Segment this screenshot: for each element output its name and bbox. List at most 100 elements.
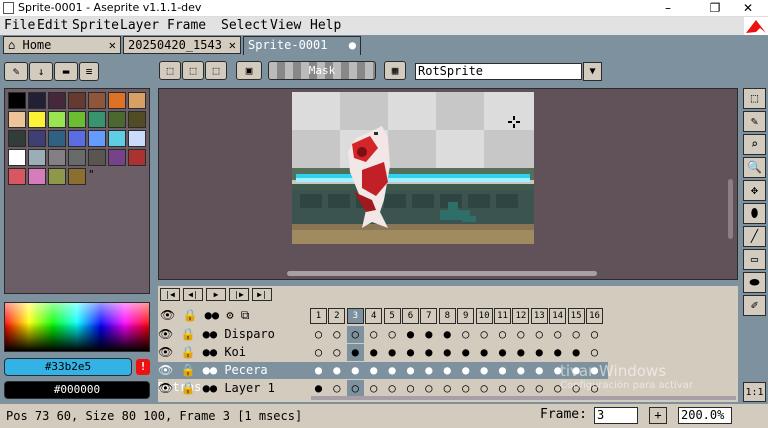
- palette-edit-icon[interactable]: ✎: [4, 62, 28, 81]
- palette-swatch[interactable]: [8, 92, 26, 109]
- cel[interactable]: ○: [365, 380, 382, 397]
- menu-edit[interactable]: Edit: [37, 17, 68, 35]
- cel[interactable]: ●: [402, 326, 419, 343]
- layer-name[interactable]: Koi: [224, 345, 246, 359]
- cel[interactable]: ○: [494, 326, 511, 343]
- layer-toggle-icons[interactable]: 👁 🔒 ●●: [158, 345, 224, 359]
- cel[interactable]: ●: [494, 362, 511, 379]
- cel[interactable]: ○: [346, 380, 364, 397]
- tab-home[interactable]: ⌂ Home ✕: [3, 36, 121, 54]
- palette-swatch[interactable]: [108, 92, 126, 109]
- layer-name[interactable]: Disparo: [224, 327, 275, 341]
- palette-swatch[interactable]: [68, 168, 86, 185]
- cel[interactable]: ●: [420, 326, 437, 343]
- layer-row[interactable]: 👁 🔒 ●● Disparo: [158, 326, 308, 343]
- cel[interactable]: ●: [310, 380, 327, 397]
- rotation-algorithm-select[interactable]: RotSprite: [415, 63, 582, 80]
- palette-swatch[interactable]: [68, 111, 86, 128]
- new-frame-button[interactable]: +: [649, 407, 667, 424]
- cel[interactable]: ○: [457, 326, 474, 343]
- palette-swatch[interactable]: [88, 130, 106, 147]
- cel[interactable]: ●: [494, 344, 511, 361]
- cel[interactable]: ●: [439, 362, 456, 379]
- palette-sort-icon[interactable]: ↓: [29, 62, 53, 81]
- cel[interactable]: ○: [586, 344, 603, 361]
- cel[interactable]: ●: [420, 344, 437, 361]
- transparent-color-icon[interactable]: ▦: [384, 61, 406, 80]
- cel[interactable]: ○: [384, 380, 401, 397]
- frame-header-3[interactable]: 3: [346, 308, 364, 324]
- cel[interactable]: ●: [365, 344, 382, 361]
- frame-header-12[interactable]: 12: [512, 308, 530, 324]
- modified-dot-icon[interactable]: ●: [349, 37, 356, 53]
- selection-add-icon[interactable]: ⬚: [182, 61, 204, 80]
- cel[interactable]: ○: [328, 344, 345, 361]
- mask-color-button[interactable]: Mask: [268, 61, 376, 80]
- palette-swatch[interactable]: [48, 111, 66, 128]
- cel[interactable]: ○: [476, 380, 493, 397]
- palette-swatch[interactable]: [48, 149, 66, 166]
- previous-frame-icon[interactable]: ◀|: [183, 288, 203, 301]
- cel[interactable]: ●: [384, 362, 401, 379]
- menu-help[interactable]: Help: [310, 17, 341, 35]
- cel[interactable]: ○: [512, 380, 529, 397]
- menu-frame[interactable]: Frame: [167, 17, 206, 35]
- cel[interactable]: ○: [420, 380, 437, 397]
- frame-header-6[interactable]: 6: [402, 308, 419, 324]
- zoom-icon[interactable]: 🔍: [743, 157, 766, 178]
- layer-toggle-icons[interactable]: 👁 🔒 ●●: [158, 381, 224, 395]
- cel[interactable]: ○: [310, 344, 327, 361]
- cel[interactable]: ○: [384, 326, 401, 343]
- cel[interactable]: ●: [476, 344, 493, 361]
- one-to-one-button[interactable]: 1:1: [743, 382, 766, 402]
- cel[interactable]: ●: [384, 344, 401, 361]
- cel[interactable]: ●: [549, 344, 566, 361]
- palette-swatch[interactable]: [68, 130, 86, 147]
- cel[interactable]: ○: [568, 326, 585, 343]
- cel[interactable]: ●: [568, 344, 585, 361]
- pivot-icon[interactable]: ▣: [236, 61, 262, 80]
- gear-icon[interactable]: ⚙: [226, 308, 233, 322]
- frame-header-13[interactable]: 13: [530, 308, 548, 324]
- palette-swatch[interactable]: [8, 168, 26, 185]
- chevron-down-icon[interactable]: ▼: [583, 62, 602, 81]
- cel[interactable]: ●: [531, 362, 548, 379]
- frame-header-4[interactable]: 4: [365, 308, 383, 324]
- palette-options-icon[interactable]: ≡: [79, 62, 99, 81]
- palette-presets-icon[interactable]: ▬: [54, 62, 78, 81]
- palette-swatch[interactable]: [28, 92, 46, 109]
- palette-swatch[interactable]: [88, 149, 106, 166]
- palette-swatch[interactable]: [88, 111, 106, 128]
- cel[interactable]: ○: [402, 380, 419, 397]
- frame-header-2[interactable]: 2: [328, 308, 346, 324]
- minimize-button[interactable]: –: [648, 0, 688, 17]
- cel[interactable]: ○: [531, 380, 548, 397]
- cel[interactable]: ○: [549, 326, 566, 343]
- cel[interactable]: ●: [402, 344, 419, 361]
- cel[interactable]: ○: [439, 380, 456, 397]
- menu-view[interactable]: View: [270, 17, 301, 35]
- frame-header-15[interactable]: 15: [567, 308, 585, 324]
- palette-swatch[interactable]: [128, 111, 146, 128]
- cel[interactable]: ●: [420, 362, 437, 379]
- cel[interactable]: ●: [512, 344, 529, 361]
- brush-settings-icon[interactable]: ✐: [743, 295, 766, 316]
- layer-toggle-icons[interactable]: 👁 🔒 ●●: [158, 327, 224, 341]
- sprite-canvas[interactable]: [292, 92, 534, 244]
- palette-swatch[interactable]: [68, 149, 86, 166]
- cel[interactable]: ●: [402, 362, 419, 379]
- layer-toggle-icons[interactable]: 👁 🔒 ●●: [158, 363, 224, 377]
- palette-swatch[interactable]: [8, 149, 26, 166]
- cel[interactable]: ●: [531, 344, 548, 361]
- menu-layer[interactable]: Layer: [120, 17, 159, 35]
- cel[interactable]: ○: [346, 326, 364, 343]
- cel[interactable]: ○: [457, 380, 474, 397]
- timeline-scrollbar[interactable]: [311, 396, 736, 400]
- cel[interactable]: ●: [346, 344, 364, 361]
- cel[interactable]: ○: [365, 326, 382, 343]
- cel[interactable]: ●: [457, 362, 474, 379]
- horizontal-scrollbar[interactable]: [287, 271, 597, 276]
- cel[interactable]: ●: [512, 362, 529, 379]
- eyedropper-icon[interactable]: ⌕: [743, 134, 766, 155]
- palette-swatch[interactable]: [48, 92, 66, 109]
